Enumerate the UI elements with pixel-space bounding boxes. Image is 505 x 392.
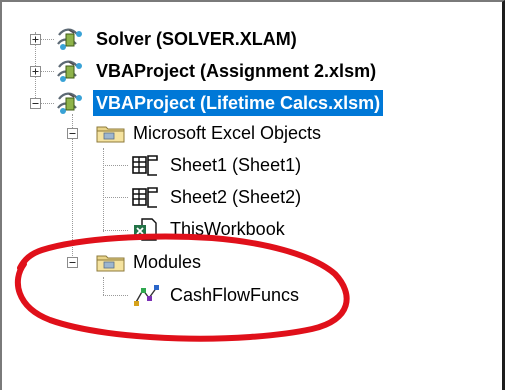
tree-node-label: ThisWorkbook — [170, 219, 285, 239]
tree-node-label: VBAProject (Assignment 2.xlsm) — [96, 61, 377, 81]
tree-node-label: Sheet2 (Sheet2) — [170, 187, 302, 207]
tree-node-assignment-project[interactable]: VBAProject (Assignment 2.xlsm) — [2, 57, 482, 85]
tree-node-modules-folder[interactable]: Modules — [2, 248, 482, 276]
collapse-toggle[interactable] — [30, 98, 41, 109]
tree-node-sheet2[interactable]: Sheet2 (Sheet2) — [2, 183, 482, 211]
folder-icon — [95, 122, 127, 144]
tree-node-label: Modules — [133, 252, 202, 272]
vba-project-icon — [54, 90, 88, 116]
tree-node-label: Solver (SOLVER.XLAM) — [96, 29, 297, 49]
tree-node-label: CashFlowFuncs — [170, 285, 300, 305]
vba-project-icon — [54, 26, 88, 52]
collapse-toggle[interactable] — [67, 128, 78, 139]
collapse-toggle[interactable] — [67, 257, 78, 268]
vba-project-icon — [54, 58, 88, 84]
tree-node-lifetime-project[interactable]: VBAProject (Lifetime Calcs.xlsm) — [2, 89, 482, 117]
expand-toggle[interactable] — [30, 34, 41, 45]
worksheet-icon — [130, 153, 162, 177]
tree-node-cashflowfuncs[interactable]: CashFlowFuncs — [2, 281, 482, 309]
tree-node-excel-objects-folder[interactable]: Microsoft Excel Objects — [2, 119, 482, 147]
tree-node-solver[interactable]: Solver (SOLVER.XLAM) — [2, 25, 482, 53]
tree-node-sheet1[interactable]: Sheet1 (Sheet1) — [2, 151, 482, 179]
workbook-icon — [130, 216, 162, 242]
tree-node-label: Microsoft Excel Objects — [133, 123, 322, 143]
expand-toggle[interactable] — [30, 66, 41, 77]
project-explorer-tree[interactable]: Solver (SOLVER.XLAM) VBAProject (Assignm… — [0, 0, 505, 390]
worksheet-icon — [130, 185, 162, 209]
folder-icon — [95, 251, 127, 273]
tree-node-thisworkbook[interactable]: ThisWorkbook — [2, 215, 482, 243]
tree-node-label: VBAProject (Lifetime Calcs.xlsm) — [93, 90, 384, 116]
module-icon — [130, 282, 162, 308]
tree-node-label: Sheet1 (Sheet1) — [170, 155, 302, 175]
